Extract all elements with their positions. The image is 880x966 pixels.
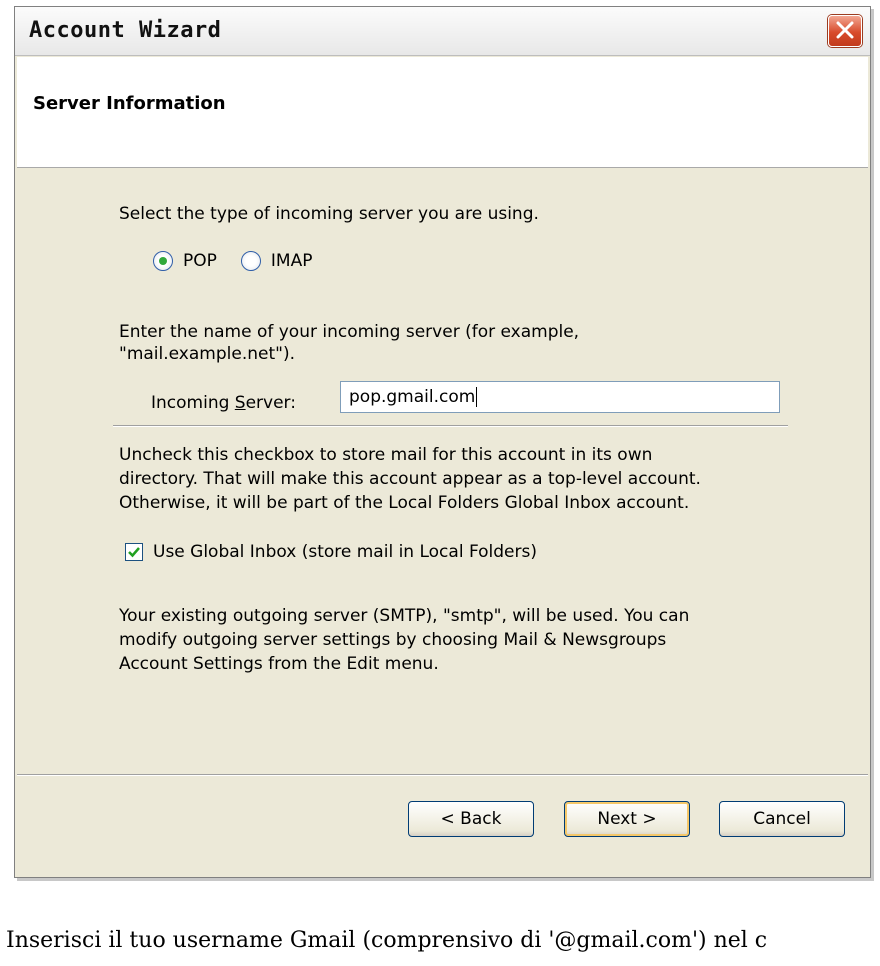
incoming-server-label-accel: S <box>234 393 246 413</box>
pop-radio-label[interactable]: POP <box>183 251 217 271</box>
radio-selected-dot <box>159 257 167 265</box>
server-type-options: POP IMAP <box>153 251 312 271</box>
incoming-server-label-suffix: erver: <box>245 393 296 413</box>
smtp-info-line1: Your existing outgoing server (SMTP), "s… <box>119 606 690 626</box>
global-inbox-info-line3: Otherwise, it will be part of the Local … <box>119 493 690 513</box>
window-title: Account Wizard <box>29 18 222 43</box>
global-inbox-checkbox-label[interactable]: Use Global Inbox (store mail in Local Fo… <box>153 542 537 562</box>
smtp-info-line2: modify outgoing server settings by choos… <box>119 630 667 650</box>
incoming-server-label: Incoming Server: <box>151 392 296 415</box>
smtp-info-line3: Account Settings from the Edit menu. <box>119 654 439 674</box>
incoming-server-prompt-line1: Enter the name of your incoming server (… <box>119 322 580 342</box>
global-inbox-option: Use Global Inbox (store mail in Local Fo… <box>125 542 537 562</box>
incoming-server-value: pop.gmail.com <box>349 387 476 407</box>
imap-radio[interactable] <box>240 251 261 271</box>
global-inbox-info-line2: directory. That will make this account a… <box>119 469 701 489</box>
back-button[interactable]: < Back <box>408 801 534 837</box>
next-button[interactable]: Next > <box>564 801 690 837</box>
global-inbox-info-line1: Uncheck this checkbox to store mail for … <box>119 445 653 465</box>
title-bar[interactable]: Account Wizard <box>15 7 870 56</box>
global-inbox-checkbox[interactable] <box>125 543 143 561</box>
server-type-prompt: Select the type of incoming server you a… <box>119 204 539 224</box>
checkmark-icon <box>128 547 140 558</box>
section-divider <box>113 425 788 427</box>
incoming-server-input[interactable]: pop.gmail.com <box>340 381 780 413</box>
text-caret <box>476 387 478 407</box>
button-bar-divider <box>17 774 868 776</box>
close-button[interactable] <box>828 15 862 47</box>
pop-radio[interactable] <box>153 251 173 271</box>
wizard-header: Server Information <box>17 57 868 168</box>
incoming-server-prompt-line2: "mail.example.net"). <box>119 344 295 364</box>
cancel-button[interactable]: Cancel <box>719 801 845 837</box>
close-icon <box>836 21 854 39</box>
imap-radio-label[interactable]: IMAP <box>271 251 313 271</box>
page-title: Server Information <box>33 93 226 114</box>
page-caption: Inserisci il tuo username Gmail (compren… <box>6 928 768 953</box>
account-wizard-window: Account Wizard Server Information Select… <box>14 6 871 878</box>
incoming-server-label-prefix: Incoming <box>151 393 235 413</box>
